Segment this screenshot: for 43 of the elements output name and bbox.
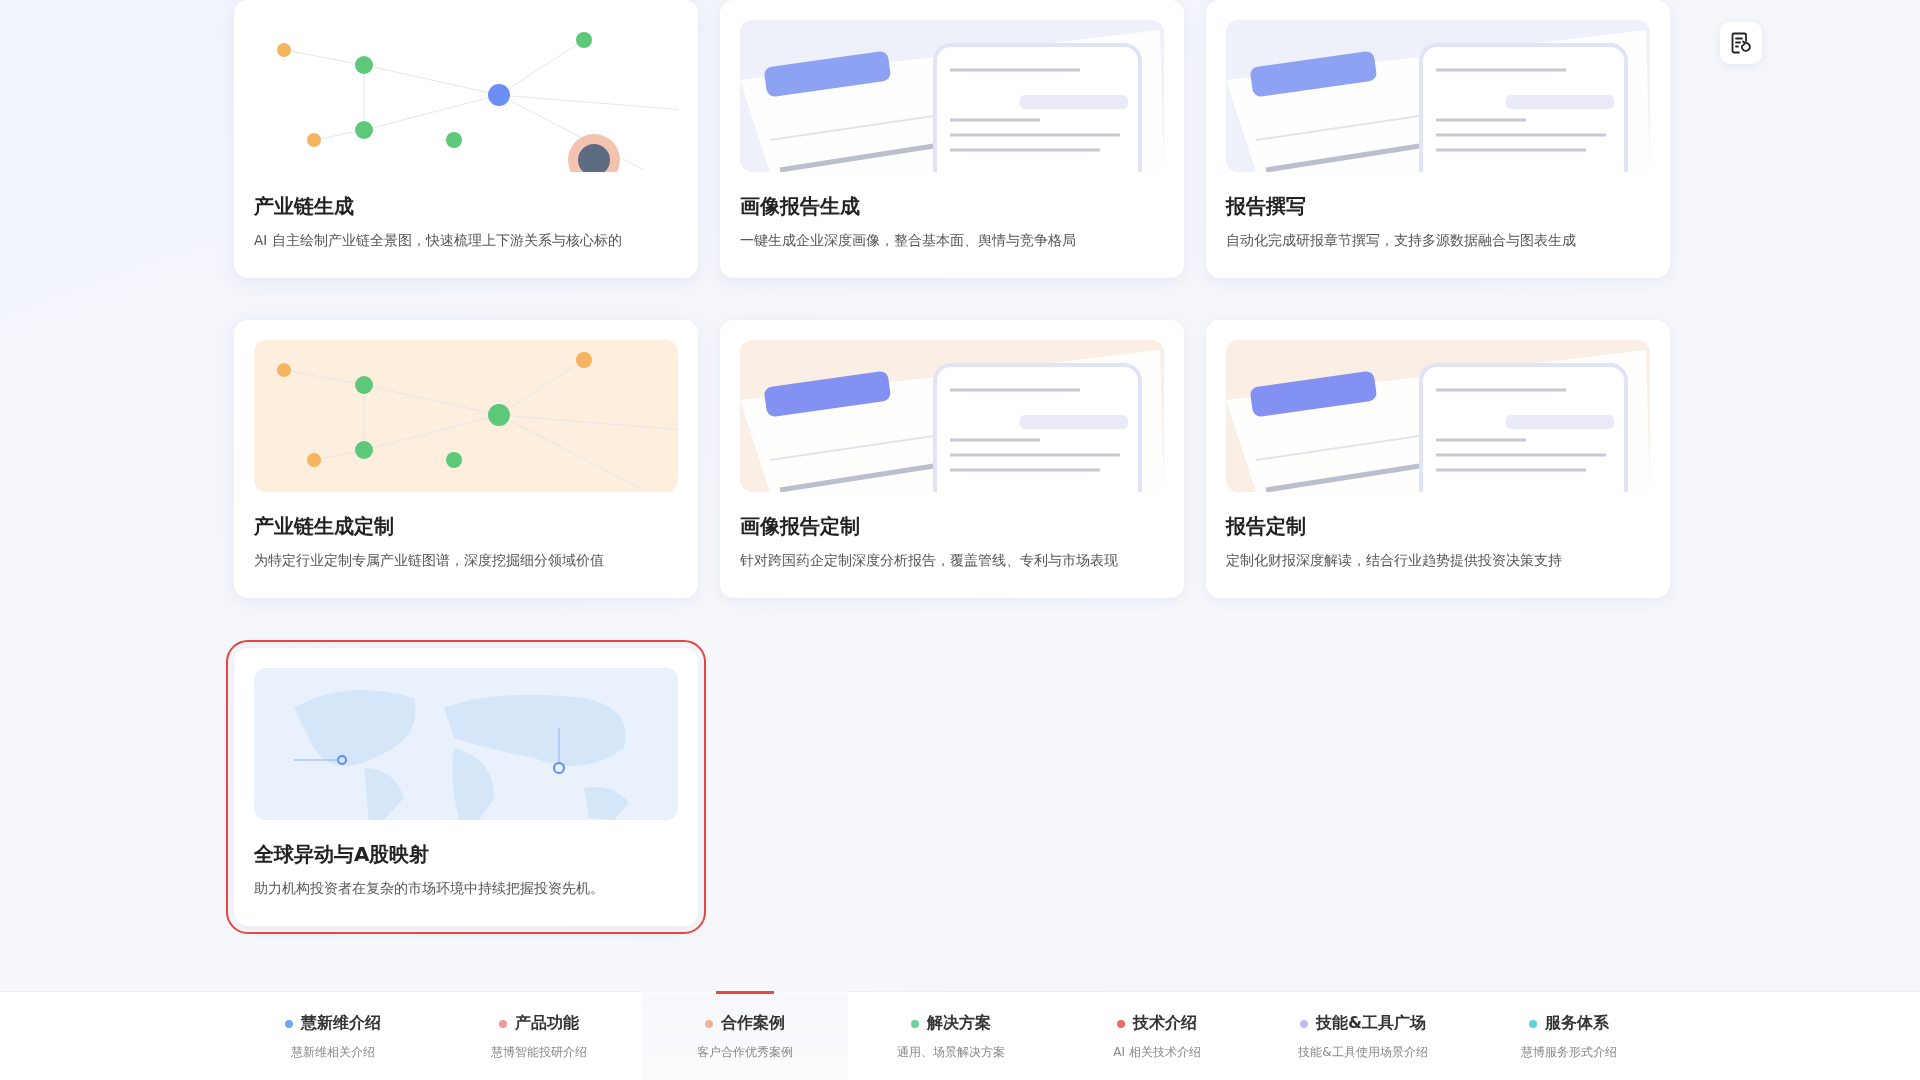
nav-label: 技能&工具广场 [1316, 1013, 1426, 1034]
nav-sublabel: 慧博服务形式介绍 [1521, 1044, 1617, 1061]
nav-tab[interactable]: 技能&工具广场 技能&工具使用场景介绍 [1260, 991, 1466, 1080]
card[interactable]: 画像报告生成 一键生成企业深度画像，整合基本面、舆情与竞争格局 [720, 0, 1184, 278]
nav-tab[interactable]: 慧新维介绍 慧新维相关介绍 [230, 991, 436, 1080]
card[interactable]: 产业链生成 AI 自主绘制产业链全景图，快速梳理上下游关系与核心标的 [234, 0, 698, 278]
report-button[interactable] [1720, 22, 1762, 64]
nav-label: 解决方案 [927, 1013, 991, 1034]
nav-label: 技术介绍 [1133, 1013, 1197, 1034]
card-title: 画像报告生成 [740, 193, 861, 220]
nav-tab[interactable]: 合作案例 客户合作优秀案例 [642, 991, 848, 1080]
nav-sublabel: 技能&工具使用场景介绍 [1298, 1044, 1428, 1061]
card-title: 报告定制 [1226, 513, 1307, 540]
nav-tab[interactable]: 技术介绍 AI 相关技术介绍 [1054, 991, 1260, 1080]
nav-sublabel: 客户合作优秀案例 [697, 1044, 793, 1061]
nav-sublabel: 通用、场景解决方案 [897, 1044, 1005, 1061]
card-description: AI 自主绘制产业链全景图，快速梳理上下游关系与核心标的 [254, 231, 623, 250]
nav-sublabel: AI 相关技术介绍 [1113, 1044, 1201, 1061]
card-title: 产业链生成定制 [254, 513, 395, 540]
card[interactable]: 报告定制 定制化财报深度解读，结合行业趋势提供投资决策支持 [1206, 320, 1670, 598]
nav-tab[interactable]: 解决方案 通用、场景解决方案 [848, 991, 1054, 1080]
card-description: 一键生成企业深度画像，整合基本面、舆情与竞争格局 [740, 231, 1077, 250]
card-title: 产业链生成 [254, 193, 355, 220]
card-title: 报告撰写 [1226, 193, 1307, 220]
nav-label: 慧新维介绍 [301, 1013, 381, 1034]
document-icon [1731, 32, 1751, 54]
card-description: 自动化完成研报章节撰写，支持多源数据融合与图表生成 [1226, 231, 1577, 250]
card-description: 助力机构投资者在复杂的市场环境中持续把握投资先机。 [254, 879, 605, 898]
nav-tab[interactable]: 产品功能 慧博智能投研介绍 [436, 991, 642, 1080]
card-description: 为特定行业定制专属产业链图谱，深度挖掘细分领域价值 [254, 551, 605, 570]
card-title: 全球异动与A股映射 [254, 841, 431, 868]
nav-label: 合作案例 [721, 1013, 785, 1034]
card-description: 针对跨国药企定制深度分析报告，覆盖管线、专利与市场表现 [740, 551, 1119, 570]
nav-sublabel: 慧新维相关介绍 [291, 1044, 375, 1061]
card[interactable]: 产业链生成定制 为特定行业定制专属产业链图谱，深度挖掘细分领域价值 [234, 320, 698, 598]
nav-tab[interactable]: 服务体系 慧博服务形式介绍 [1466, 991, 1672, 1080]
card-description: 定制化财报深度解读，结合行业趋势提供投资决策支持 [1226, 551, 1563, 570]
nav-sublabel: 慧博智能投研介绍 [491, 1044, 587, 1061]
card[interactable]: 报告撰写 自动化完成研报章节撰写，支持多源数据融合与图表生成 [1206, 0, 1670, 278]
card-title: 画像报告定制 [740, 513, 861, 540]
nav-label: 产品功能 [515, 1013, 579, 1034]
card[interactable]: 画像报告定制 针对跨国药企定制深度分析报告，覆盖管线、专利与市场表现 [720, 320, 1184, 598]
nav-label: 服务体系 [1545, 1013, 1609, 1034]
